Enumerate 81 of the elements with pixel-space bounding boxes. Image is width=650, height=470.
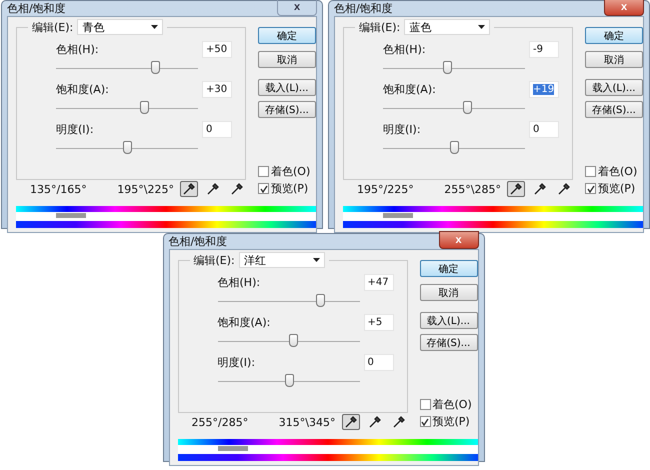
- slider-label: 色相(H):: [218, 274, 260, 290]
- checkbox-label: 着色(O): [271, 164, 310, 179]
- eyedropper-icon: [392, 416, 404, 428]
- value-field[interactable]: -9: [529, 40, 559, 58]
- slider-label: 明度(I):: [218, 354, 256, 370]
- value-field[interactable]: +30: [202, 80, 232, 98]
- slider-label: 饱和度(A):: [218, 314, 270, 330]
- checkbox[interactable]: [420, 416, 430, 427]
- slider-label: 色相(H):: [383, 42, 426, 56]
- value-field[interactable]: +19: [529, 80, 559, 98]
- eyedropper-icon: [231, 183, 243, 195]
- dialog-button[interactable]: 存储(S)...: [420, 334, 478, 351]
- slider-label: 明度(I):: [56, 122, 94, 136]
- eyedropper-icon: [344, 416, 356, 428]
- dialog-button[interactable]: 确定: [420, 260, 478, 277]
- value-field[interactable]: 0: [529, 120, 559, 138]
- dialog-button[interactable]: 存储(S)...: [258, 101, 316, 118]
- slider-thumb[interactable]: [288, 334, 298, 347]
- edit-label: 编辑(E):: [32, 20, 74, 34]
- window-title: 色相/饱和度: [168, 234, 228, 249]
- caret-icon: [312, 258, 320, 262]
- eyedropper-icon: [558, 183, 570, 195]
- checkbox[interactable]: [258, 166, 269, 177]
- range-reading: 255°/285°: [192, 416, 248, 428]
- eyedropper-tool[interactable]: [507, 181, 525, 197]
- slider-thumb[interactable]: [442, 61, 452, 74]
- edit-dropdown[interactable]: 青色: [77, 19, 164, 35]
- window-title: 色相/饱和度: [7, 1, 66, 16]
- eyedropper-icon: [510, 183, 522, 195]
- eyedropper-tool[interactable]: [342, 414, 360, 430]
- range-reading: 195°\225°: [117, 182, 174, 196]
- checkbox[interactable]: [585, 183, 596, 194]
- checkbox[interactable]: [420, 399, 430, 410]
- range-reading: 315°\345°: [278, 416, 336, 428]
- value-field[interactable]: 0: [364, 354, 394, 370]
- edit-label: 编辑(E):: [359, 20, 400, 34]
- dialog-button[interactable]: 载入(L)...: [585, 79, 643, 96]
- edit-dropdown[interactable]: 洋红: [238, 252, 325, 268]
- slider-thumb[interactable]: [462, 101, 472, 114]
- slider-thumb[interactable]: [450, 141, 459, 154]
- slider-thumb[interactable]: [123, 141, 132, 154]
- checkbox[interactable]: [258, 183, 269, 194]
- dialog-button[interactable]: 载入(L)...: [420, 312, 478, 329]
- value-field[interactable]: +5: [364, 314, 394, 330]
- edit-dropdown[interactable]: 蓝色: [404, 19, 490, 35]
- dialog-button[interactable]: 确定: [258, 27, 316, 44]
- eyedropper-icon: [534, 183, 546, 195]
- checkbox-label: 着色(O): [432, 397, 472, 412]
- eyedropper-icon: [368, 416, 380, 428]
- window-title: 色相/饱和度: [334, 1, 393, 16]
- checkbox-label: 预览(P): [598, 181, 636, 196]
- slider-label: 明度(I):: [383, 122, 421, 136]
- value-field[interactable]: +47: [364, 274, 394, 290]
- range-reading: 135°/165°: [30, 182, 87, 196]
- dialog-button[interactable]: 确定: [585, 27, 643, 44]
- eyedropper-icon: [207, 183, 219, 195]
- dialog-button[interactable]: 存储(S)...: [585, 101, 643, 118]
- checkbox-label: 预览(P): [271, 181, 308, 196]
- value-field[interactable]: 0: [202, 120, 232, 138]
- dialog-button[interactable]: 取消: [258, 51, 316, 68]
- caret-icon: [151, 25, 158, 29]
- edit-label: 编辑(E):: [194, 252, 235, 268]
- dialog-button[interactable]: 取消: [420, 284, 478, 301]
- slider-label: 饱和度(A):: [383, 82, 436, 96]
- caret-icon: [478, 25, 486, 29]
- value-field[interactable]: +50: [202, 40, 232, 58]
- eyedropper-icon: [183, 183, 195, 195]
- range-reading: 195°/225°: [357, 182, 414, 196]
- eyedropper-tool[interactable]: [180, 181, 198, 197]
- range-reading: 255°\285°: [444, 182, 501, 196]
- checkbox[interactable]: [585, 166, 596, 177]
- slider-label: 色相(H):: [56, 42, 99, 56]
- dialog-button[interactable]: 取消: [585, 51, 643, 68]
- slider-label: 饱和度(A):: [56, 82, 109, 96]
- checkbox-label: 预览(P): [432, 414, 470, 429]
- dialog-button[interactable]: 载入(L)...: [258, 79, 316, 96]
- checkbox-label: 着色(O): [598, 164, 638, 179]
- slider-thumb[interactable]: [284, 374, 294, 387]
- slider-thumb[interactable]: [316, 294, 325, 307]
- slider-thumb[interactable]: [151, 61, 160, 74]
- slider-thumb[interactable]: [140, 101, 150, 114]
